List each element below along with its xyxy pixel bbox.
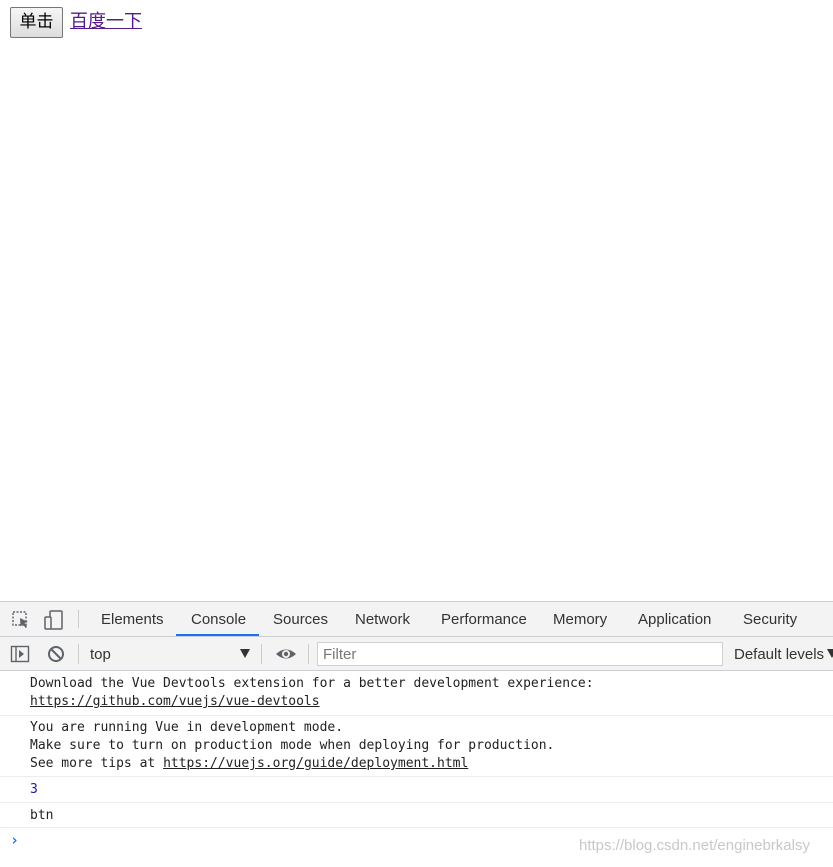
live-expression-eye-icon[interactable] [275,644,296,664]
tab-console[interactable]: Console [191,602,246,636]
console-message-text: You are running Vue in development mode. [30,720,344,735]
devtools-tabbar: Elements Console Sources Network Perform… [0,602,833,637]
context-selector[interactable]: top [90,637,111,670]
console-message: btn [0,807,833,828]
baidu-link[interactable]: 百度一下 [70,9,142,35]
tabbar-divider [78,610,79,628]
console-message-text: Download the Vue Devtools extension for … [30,676,594,691]
console-prompt-icon[interactable]: › [10,831,19,849]
toolbar-divider [78,644,79,664]
console-message-link[interactable]: https://vuejs.org/guide/deployment.html [163,756,468,771]
click-button[interactable]: 单击 [10,7,63,38]
console-message-text: btn [30,808,54,823]
console-message-text: Make sure to turn on production mode whe… [30,738,555,753]
console-message: Download the Vue Devtools extension for … [0,675,833,716]
sidebar-toggle-icon[interactable] [10,644,30,664]
console-message-text: See more tips at [30,756,164,771]
tab-sources[interactable]: Sources [273,602,328,636]
filter-input[interactable] [317,642,723,666]
console-message: 3 [0,781,833,803]
console-message: You are running Vue in development mode.… [0,719,833,777]
log-levels-selector[interactable]: Default levels [734,637,824,670]
active-tab-indicator [176,634,259,636]
devtools-panel: Elements Console Sources Network Perform… [0,601,833,867]
watermark: https://blog.csdn.net/enginebrkalsy [579,837,810,854]
tab-security[interactable]: Security [743,602,797,636]
console-message-link[interactable]: https://github.com/vuejs/vue-devtools [30,694,320,709]
log-levels-dropdown-icon[interactable] [827,649,833,658]
console-number-value: 3 [30,782,38,797]
tab-network[interactable]: Network [355,602,410,636]
device-toolbar-icon[interactable] [44,610,64,630]
tab-application[interactable]: Application [638,602,711,636]
tab-performance[interactable]: Performance [441,602,527,636]
clear-console-icon[interactable] [46,644,66,664]
toolbar-divider [261,644,262,664]
page-content: 单击 百度一下 [0,0,833,600]
console-toolbar: top Default levels [0,637,833,671]
inspect-element-icon[interactable] [11,610,31,630]
tab-elements[interactable]: Elements [101,602,164,636]
context-dropdown-icon[interactable] [240,649,250,658]
toolbar-divider [308,644,309,664]
tab-memory[interactable]: Memory [553,602,607,636]
